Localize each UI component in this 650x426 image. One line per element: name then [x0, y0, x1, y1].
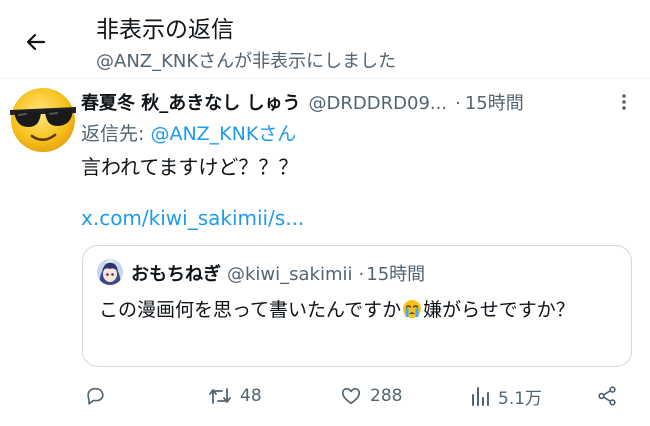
anime-avatar-icon: [97, 259, 123, 285]
action-bar: 48 288 5.1万: [0, 378, 650, 414]
reply-icon: [87, 387, 104, 405]
more-button[interactable]: [617, 92, 631, 112]
share-button[interactable]: [596, 378, 618, 414]
tweet-link[interactable]: x.com/kiwi_sakimii/s...: [81, 206, 304, 230]
share-icon: [598, 386, 616, 406]
back-button[interactable]: [22, 28, 50, 56]
quoted-tweet[interactable]: おもちねぎ @kiwi_sakimii · 15時間 この漫画何を思って書いたん…: [82, 245, 632, 367]
quote-header: おもちねぎ @kiwi_sakimii · 15時間: [131, 260, 425, 286]
reply-to-mention[interactable]: @ANZ_KNKさん: [150, 123, 296, 145]
tweet-header: 春夏冬 秋_あきなし しゅう @DRDDRD09... · 15時間: [81, 89, 524, 115]
quote-text-before: この漫画何を思って書いたんですか: [99, 299, 402, 321]
reply-to: 返信先: @ANZ_KNKさん: [81, 119, 296, 146]
quote-display-name: おもちねぎ: [131, 264, 221, 285]
avatar[interactable]: [6, 80, 80, 154]
back-arrow-icon: [26, 33, 46, 51]
views-button[interactable]: 5.1万: [470, 378, 542, 414]
quote-avatar[interactable]: [97, 259, 123, 285]
display-name[interactable]: 春夏冬 秋_あきなし しゅう: [81, 89, 301, 115]
like-count: 288: [370, 386, 403, 406]
quote-handle: @kiwi_sakimii: [227, 264, 353, 285]
quote-text: この漫画何を思って書いたんですか 嫌がらせですか？: [99, 294, 624, 326]
like-icon: [341, 387, 361, 405]
like-button[interactable]: 288: [340, 378, 402, 414]
quote-timestamp: 15時間: [366, 264, 426, 285]
retweet-count: 48: [240, 386, 262, 406]
reply-label: 返信先:: [81, 123, 151, 145]
reply-button[interactable]: [84, 378, 106, 414]
timestamp[interactable]: 15時間: [465, 89, 524, 115]
tweet-text: 言われてますけど？？？: [81, 155, 299, 179]
header-divider: [0, 78, 650, 79]
page-title: 非表示の返信: [96, 17, 234, 43]
quote-separator-dot: ·: [358, 264, 365, 285]
sunglasses-emoji: [10, 88, 76, 152]
user-handle[interactable]: @DRDDRD09...: [309, 93, 448, 114]
header: 非表示の返信 @ANZ_KNKさんが非表示にしました: [0, 0, 650, 78]
retweet-icon: [209, 388, 231, 404]
page-subtitle: @ANZ_KNKさんが非表示にしました: [96, 51, 397, 72]
quote-text-after: 嫌がらせですか？: [423, 299, 575, 321]
view-count: 5.1万: [498, 388, 543, 409]
separator-dot: ·: [455, 93, 461, 114]
more-icon: [622, 94, 626, 110]
crying-emoji: [403, 300, 422, 318]
views-icon: [472, 387, 489, 406]
retweet-button[interactable]: 48: [208, 378, 262, 414]
